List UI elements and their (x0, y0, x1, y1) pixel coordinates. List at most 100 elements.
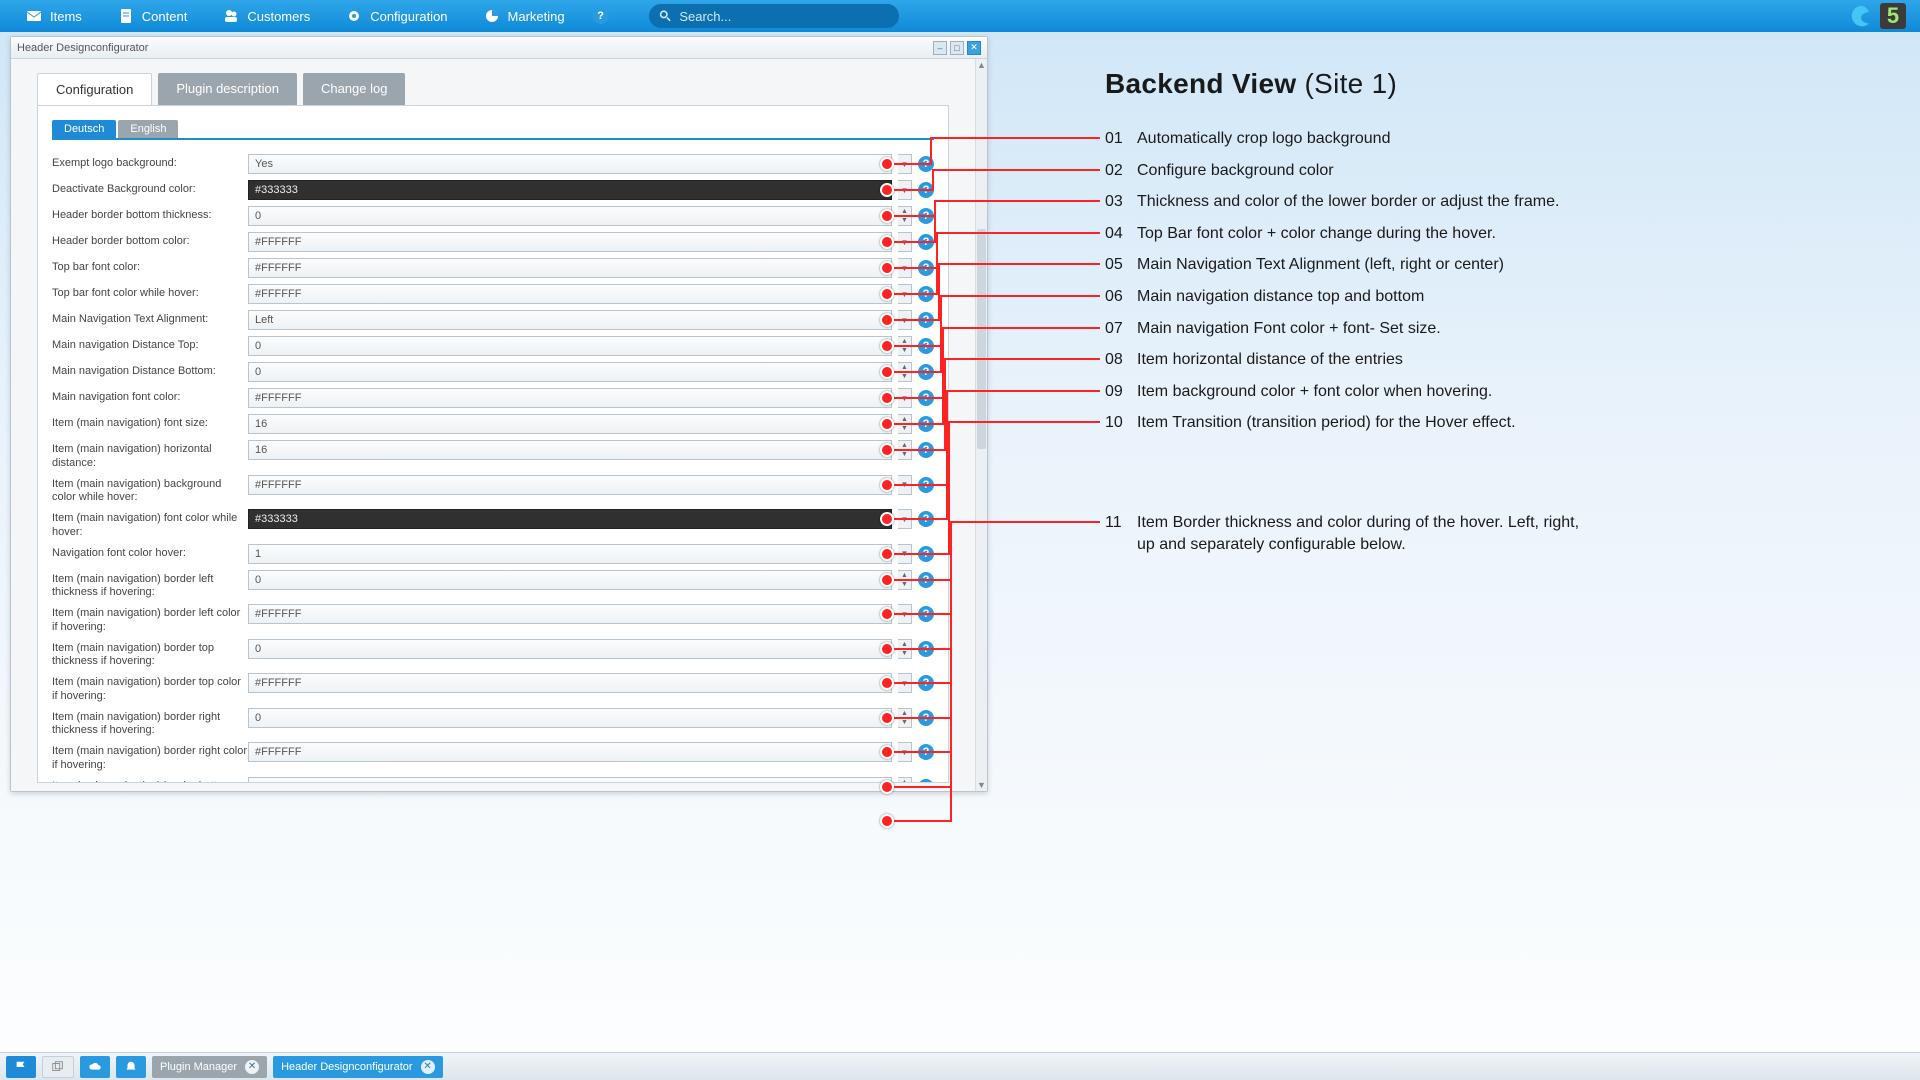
nav-marketing[interactable]: Marketing (466, 0, 583, 32)
dropdown-trigger[interactable]: ▼ (898, 154, 912, 174)
dropdown-trigger[interactable]: ▼ (898, 509, 912, 529)
field-input[interactable]: #FFFFFF (248, 742, 892, 762)
field-input[interactable]: Yes (248, 154, 892, 174)
help-icon[interactable]: ? (918, 182, 934, 198)
field-input[interactable]: 0 (248, 639, 892, 659)
nav-items[interactable]: Items (8, 0, 100, 32)
form-area: Exempt logo background:Yes▼?Deactivate B… (52, 154, 934, 783)
help-icon[interactable]: ? (918, 286, 934, 302)
spinner-buttons[interactable]: ▲▼ (898, 777, 912, 784)
spinner-buttons[interactable]: ▲▼ (898, 362, 912, 382)
field-input[interactable]: #FFFFFF (248, 232, 892, 252)
field-input[interactable]: Left (248, 310, 892, 330)
nav-help[interactable]: ? (583, 0, 619, 32)
field-label: Deactivate Background color: (52, 180, 248, 197)
help-icon[interactable]: ? (918, 338, 934, 354)
tab-plugin-description[interactable]: Plugin description (158, 73, 297, 105)
dropdown-trigger[interactable]: ▼ (898, 742, 912, 762)
field-input[interactable]: 0 (248, 362, 892, 382)
spinner-buttons[interactable]: ▲▼ (898, 440, 912, 460)
field-input[interactable]: #FFFFFF (248, 258, 892, 278)
minimize-button[interactable]: – (933, 41, 947, 55)
help-icon[interactable]: ? (918, 606, 934, 622)
field-input[interactable]: #FFFFFF (248, 475, 892, 495)
field-input[interactable]: 0 (248, 708, 892, 728)
tab-change-log[interactable]: Change log (303, 73, 406, 105)
spinner-buttons[interactable]: ▲▼ (898, 570, 912, 590)
spinner-buttons[interactable]: ▲▼ (898, 708, 912, 728)
help-icon[interactable]: ? (918, 390, 934, 406)
help-icon[interactable]: ? (918, 208, 934, 224)
help-icon[interactable]: ? (918, 416, 934, 432)
nav-configuration[interactable]: Configuration (328, 0, 465, 32)
field-input[interactable]: 0 (248, 206, 892, 226)
maximize-button[interactable]: □ (950, 41, 964, 55)
help-icon[interactable]: ? (918, 546, 934, 562)
field-input[interactable]: 0 (248, 336, 892, 356)
window-titlebar[interactable]: Header Designconfigurator – □ ✕ (11, 37, 987, 59)
field-label: Item (main navigation) font size: (52, 414, 248, 431)
spinner-buttons[interactable]: ▲▼ (898, 206, 912, 226)
search-box[interactable] (649, 4, 899, 28)
close-icon[interactable]: ✕ (245, 1060, 259, 1074)
field-input[interactable]: #333333 (248, 509, 892, 529)
field-input[interactable]: 16 (248, 440, 892, 460)
field-input[interactable]: 0 (248, 777, 892, 784)
field-input[interactable]: 0 (248, 570, 892, 590)
lang-tab-en[interactable]: English (118, 120, 178, 138)
search-input[interactable] (679, 9, 888, 24)
taskbar-bell-button[interactable] (116, 1056, 146, 1078)
dropdown-trigger[interactable]: ▼ (898, 604, 912, 624)
dropdown-trigger[interactable]: ▼ (898, 673, 912, 693)
help-icon[interactable]: ? (918, 779, 934, 784)
dropdown-trigger[interactable]: ▼ (898, 258, 912, 278)
field-input[interactable]: #FFFFFF (248, 673, 892, 693)
field-input[interactable]: #FFFFFF (248, 604, 892, 624)
dropdown-trigger[interactable]: ▼ (898, 544, 912, 564)
taskbar-cloud-button[interactable] (80, 1056, 110, 1078)
field-input[interactable]: 1 (248, 544, 892, 564)
lang-tab-de[interactable]: Deutsch (52, 120, 116, 138)
nav-content[interactable]: Content (100, 0, 206, 32)
taskbar-windows-button[interactable] (42, 1056, 74, 1078)
nav-label: Marketing (508, 9, 565, 24)
dropdown-trigger[interactable]: ▼ (898, 180, 912, 200)
help-icon[interactable]: ? (918, 675, 934, 691)
field-input[interactable]: 16 (248, 414, 892, 434)
spinner-buttons[interactable]: ▲▼ (898, 639, 912, 659)
dropdown-trigger[interactable]: ▼ (898, 232, 912, 252)
help-icon[interactable]: ? (918, 572, 934, 588)
task-header-designconfigurator[interactable]: Header Designconfigurator✕ (273, 1056, 442, 1078)
field-input[interactable]: #FFFFFF (248, 284, 892, 304)
help-icon[interactable]: ? (918, 312, 934, 328)
help-icon[interactable]: ? (918, 511, 934, 527)
dropdown-trigger[interactable]: ▼ (898, 284, 912, 304)
spinner-buttons[interactable]: ▲▼ (898, 414, 912, 434)
help-icon[interactable]: ? (918, 442, 934, 458)
taskbar-home-button[interactable] (6, 1056, 36, 1078)
spinner-buttons[interactable]: ▲▼ (898, 336, 912, 356)
dropdown-trigger[interactable]: ▼ (898, 310, 912, 330)
tab-configuration[interactable]: Configuration (37, 73, 152, 105)
close-icon[interactable]: ✕ (421, 1060, 435, 1074)
task-plugin-manager[interactable]: Plugin Manager✕ (152, 1056, 267, 1078)
close-button[interactable]: ✕ (967, 41, 981, 55)
help-icon[interactable]: ? (918, 641, 934, 657)
scroll-thumb[interactable] (977, 229, 986, 449)
field-input[interactable]: #333333 (248, 180, 892, 200)
dropdown-trigger[interactable]: ▼ (898, 475, 912, 495)
help-icon[interactable]: ? (918, 156, 934, 172)
help-icon[interactable]: ? (918, 710, 934, 726)
help-icon[interactable]: ? (918, 477, 934, 493)
scroll-down-icon[interactable]: ▼ (976, 779, 987, 791)
vertical-scrollbar[interactable]: ▲ ▼ (975, 59, 987, 791)
field-input[interactable]: #FFFFFF (248, 388, 892, 408)
help-icon[interactable]: ? (918, 364, 934, 380)
help-icon[interactable]: ? (918, 744, 934, 760)
nav-customers[interactable]: Customers (205, 0, 328, 32)
dropdown-trigger[interactable]: ▼ (898, 388, 912, 408)
help-icon[interactable]: ? (918, 234, 934, 250)
help-icon[interactable]: ? (918, 260, 934, 276)
scroll-up-icon[interactable]: ▲ (976, 59, 987, 71)
field-label: Main navigation Distance Top: (52, 336, 248, 353)
